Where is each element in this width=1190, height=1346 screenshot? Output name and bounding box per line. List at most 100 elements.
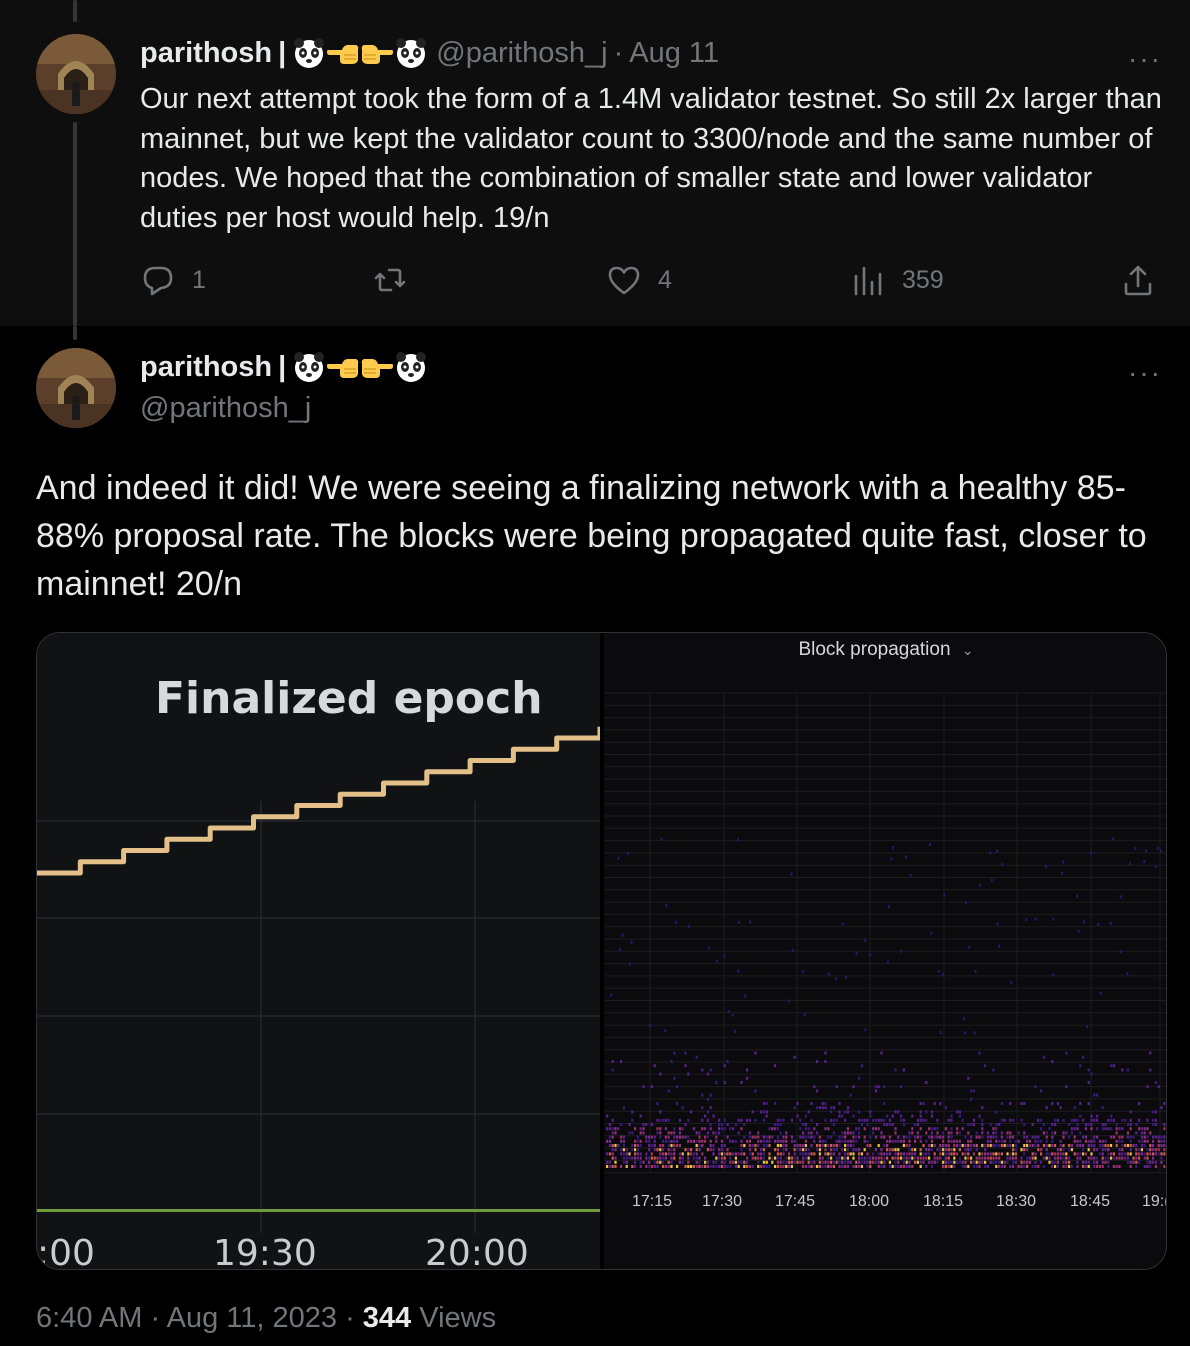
display-name[interactable]: parithosh — [140, 351, 272, 384]
heatmap-cell — [807, 1165, 810, 1168]
reply-button[interactable]: 1 — [140, 262, 206, 298]
heatmap-cell — [894, 1165, 897, 1168]
heatmap-cell — [897, 1110, 900, 1114]
heatmap-cell — [1093, 1139, 1096, 1143]
heatmap-cell — [813, 1139, 816, 1143]
heatmap-cell — [631, 1148, 634, 1152]
heatmap-cell — [950, 1165, 953, 1168]
pointing-right-emoji — [360, 350, 394, 384]
heatmap-cell — [813, 1165, 816, 1168]
avatar[interactable] — [36, 348, 116, 428]
heatmap-cell — [634, 1148, 637, 1152]
heatmap-cell — [872, 1131, 875, 1135]
heatmap-cell — [974, 969, 977, 973]
heatmap-cell — [662, 1118, 665, 1122]
display-name[interactable]: parithosh — [140, 37, 272, 70]
heatmap-cell — [620, 1135, 623, 1139]
heatmap-cell — [916, 1118, 919, 1122]
heatmap-cell — [743, 1135, 746, 1139]
finalized-epoch-chart[interactable]: Finalized epoch :00 19:30 20:00 — [37, 633, 600, 1269]
heatmap-cell — [1070, 1131, 1073, 1135]
heatmap-cell — [762, 1135, 765, 1139]
share-button[interactable] — [1120, 262, 1156, 298]
media-attachment[interactable]: Finalized epoch :00 19:30 20:00 Block pr… — [36, 632, 1167, 1270]
heatmap-cell — [698, 1135, 701, 1139]
heatmap-cell — [611, 1118, 614, 1122]
heatmap-cell — [622, 1160, 625, 1164]
heatmap-cell — [1012, 1148, 1015, 1152]
heatmap-cell — [1087, 1123, 1090, 1126]
heatmap-cell — [890, 857, 893, 861]
heatmap-cell — [866, 1144, 869, 1147]
heatmap-cell — [874, 1148, 877, 1152]
tweet-date[interactable]: Aug 11 — [629, 37, 719, 70]
heatmap-cell — [1154, 865, 1157, 868]
heatmap-cell — [998, 1165, 1001, 1168]
heatmap-cell — [692, 1127, 695, 1131]
retweet-button[interactable] — [372, 262, 424, 298]
heatmap-cell — [953, 1156, 956, 1160]
heatmap-cell — [1154, 1165, 1157, 1168]
heatmap-cell — [1132, 1135, 1135, 1139]
heatmap-cell — [1135, 1148, 1138, 1152]
heatmap-cell — [919, 1152, 922, 1156]
heatmap-cell — [785, 1148, 788, 1152]
heatmap-cell — [1138, 1148, 1141, 1152]
heatmap-cell — [1054, 1152, 1057, 1156]
chart-title[interactable]: Block propagation ⌄ — [604, 639, 1166, 661]
heatmap-cell — [813, 1135, 816, 1139]
more-options-button[interactable]: ··· — [1128, 45, 1162, 73]
heatmap-cell — [919, 1160, 922, 1164]
heatmap-cell — [989, 1139, 992, 1143]
heatmap-cell — [760, 1156, 763, 1160]
heatmap-cell — [611, 1060, 614, 1063]
heatmap-cell — [1056, 1165, 1059, 1168]
heatmap-cell — [1160, 1156, 1163, 1160]
heatmap-cell — [1090, 1152, 1093, 1156]
heatmap-cell — [807, 1131, 810, 1135]
heatmap-cell — [723, 1081, 726, 1084]
heatmap-cell — [1000, 1139, 1003, 1143]
handle[interactable]: @parithosh_j — [140, 392, 311, 425]
heatmap-cell — [760, 1139, 763, 1143]
views-button[interactable]: 359 — [850, 262, 944, 298]
heatmap-cell — [762, 1152, 765, 1156]
heatmap-cell — [698, 1144, 701, 1147]
heatmap-cell — [1096, 1093, 1099, 1097]
avatar[interactable] — [36, 34, 116, 114]
reply-tweet[interactable]: parithosh | @parithosh_j · Aug 11 ··· Ou… — [0, 0, 1190, 326]
heatmap-cell — [1076, 1144, 1079, 1147]
heatmap-cell — [1135, 1123, 1138, 1126]
heatmap-cell — [1076, 1118, 1079, 1122]
heatmap-cell — [744, 994, 747, 998]
heatmap-cell — [608, 1127, 611, 1131]
like-button[interactable]: 4 — [606, 262, 672, 298]
more-options-button[interactable]: ··· — [1128, 359, 1162, 387]
heatmap-cell — [1037, 1118, 1040, 1122]
heatmap-cell — [701, 1068, 704, 1072]
heatmap-cell — [712, 1144, 715, 1147]
heatmap-cell — [972, 1089, 975, 1093]
tweet-time[interactable]: 6:40 AM — [36, 1302, 142, 1334]
heatmap-cell — [860, 1152, 863, 1156]
heatmap-cell — [687, 1156, 690, 1160]
block-propagation-chart[interactable]: Block propagation ⌄ 17:15 17:30 17:45 18… — [604, 633, 1166, 1269]
heatmap-cell — [804, 1114, 807, 1118]
heatmap-cell — [869, 1160, 872, 1164]
heatmap-cell — [972, 1165, 975, 1168]
heatmap-cell — [1083, 920, 1085, 924]
tweet-full-date[interactable]: Aug 11, 2023 — [167, 1302, 337, 1334]
heatmap-cell — [687, 1152, 690, 1156]
heatmap-cell — [1112, 837, 1115, 841]
heatmap-cell — [1048, 1160, 1051, 1164]
heatmap-cell — [872, 1127, 875, 1131]
handle[interactable]: @parithosh_j — [436, 37, 607, 70]
heatmap-cell — [972, 1152, 975, 1156]
heatmap-cell — [984, 1165, 987, 1168]
heatmap-cell — [1154, 1118, 1157, 1122]
heatmap-cell — [1138, 1127, 1141, 1131]
heatmap-cell — [1014, 1160, 1017, 1164]
heatmap-cell — [631, 1165, 634, 1168]
heatmap-cell — [995, 1160, 998, 1164]
heatmap-cell — [608, 1152, 611, 1156]
